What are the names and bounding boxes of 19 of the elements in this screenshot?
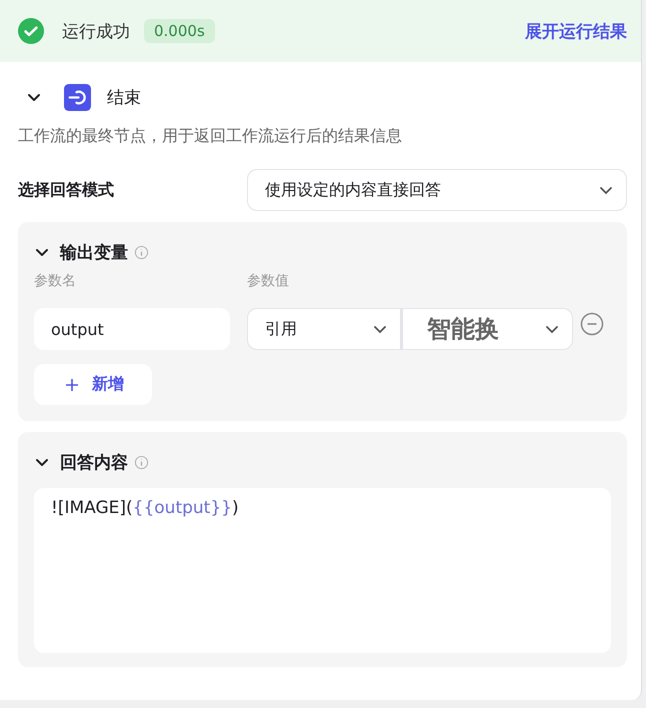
expand-results-link[interactable]: 展开运行结果: [525, 20, 627, 42]
remove-icon[interactable]: [580, 312, 604, 336]
answer-editor[interactable]: ![IMAGE]({{output}}): [34, 488, 611, 653]
parameter-name-field[interactable]: output: [34, 308, 230, 350]
status-text: 运行成功: [62, 20, 130, 42]
duration-badge: 0.000s: [144, 19, 215, 43]
reference-select[interactable]: 智能换: [401, 308, 573, 350]
column-header: 参数值: [247, 272, 289, 290]
section-title: 输出变量: [60, 242, 128, 264]
node-title: 结束: [107, 86, 141, 108]
column-header: 参数名: [34, 272, 77, 290]
section-title: 回答内容: [60, 452, 128, 474]
end-node-icon: [64, 84, 91, 110]
plus-icon: [64, 376, 80, 392]
node-description: 工作流的最终节点，用于返回工作流运行后的结果信息: [18, 126, 403, 147]
value-type-select[interactable]: 引用: [247, 308, 401, 350]
add-button[interactable]: 新增: [34, 364, 152, 405]
answer-mode-select[interactable]: 使用设定的内容直接回答: [247, 169, 627, 211]
answer-mode-label: 选择回答模式: [18, 180, 115, 200]
